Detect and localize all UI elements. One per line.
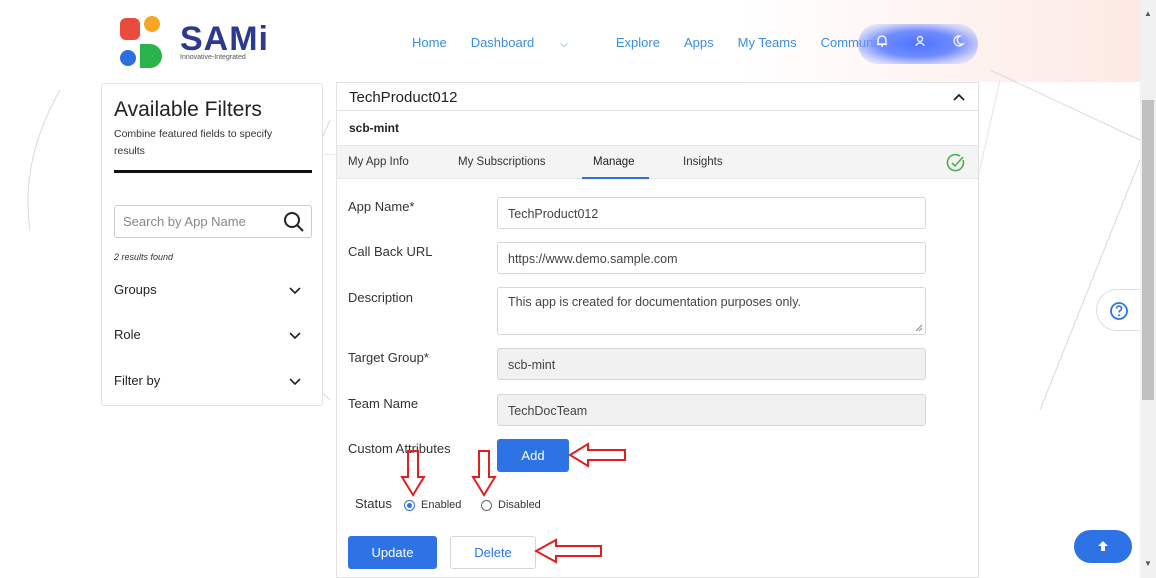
tab-my-app-info[interactable]: My App Info xyxy=(348,156,409,168)
check-circle-icon xyxy=(946,153,965,172)
filter-groups-label: Groups xyxy=(114,282,157,297)
scroll-up-arrow-icon[interactable]: ▲ xyxy=(1144,10,1152,18)
app-name-label: App Name* xyxy=(348,199,415,214)
target-group-label: Target Group* xyxy=(348,350,429,365)
enabled-radio[interactable] xyxy=(404,499,415,511)
tab-insights[interactable]: Insights xyxy=(683,156,723,168)
callback-url-label: Call Back URL xyxy=(348,244,433,259)
app-name-input[interactable]: TechProduct012 xyxy=(497,197,926,229)
help-button[interactable] xyxy=(1096,289,1140,331)
app-tabs: My App Info My Subscriptions Manage Insi… xyxy=(337,145,978,179)
status-label: Status xyxy=(355,496,392,511)
filters-divider xyxy=(114,170,312,173)
question-circle-icon xyxy=(1110,302,1128,320)
user-icon[interactable] xyxy=(911,34,929,52)
search-icon[interactable] xyxy=(283,211,305,233)
nav-home[interactable]: Home xyxy=(412,35,447,50)
custom-attributes-label: Custom Attributes xyxy=(348,441,451,456)
nav-dashboard[interactable]: Dashboard ⌵ xyxy=(471,35,592,50)
nav-explore[interactable]: Explore xyxy=(616,35,660,50)
status-enabled-option[interactable]: Enabled xyxy=(404,499,461,511)
app-card: TechProduct012 scb-mint My App Info My S… xyxy=(336,82,979,578)
brand-tagline: Innovative-Integrated xyxy=(180,54,246,61)
search-input[interactable] xyxy=(115,206,265,237)
resize-handle-icon[interactable] xyxy=(915,324,923,332)
top-header: SAMi Innovative-Integrated Home Dashboar… xyxy=(0,0,1140,80)
nav-my-teams[interactable]: My Teams xyxy=(738,35,797,50)
disabled-label: Disabled xyxy=(498,499,541,511)
arrow-up-icon xyxy=(1098,541,1108,551)
chevron-up-icon[interactable] xyxy=(952,90,966,104)
chevron-down-icon xyxy=(289,378,301,386)
tab-my-subscriptions[interactable]: My Subscriptions xyxy=(458,156,546,168)
team-tab[interactable]: scb-mint xyxy=(349,121,399,135)
bell-icon[interactable] xyxy=(873,34,891,52)
team-name-field: TechDocTeam xyxy=(497,394,926,426)
filter-by[interactable]: Filter by xyxy=(114,373,310,393)
filters-title: Available Filters xyxy=(114,98,262,121)
description-textarea[interactable]: This app is created for documentation pu… xyxy=(497,287,926,335)
brand-logo[interactable]: SAMi Innovative-Integrated xyxy=(118,14,278,74)
app-title: TechProduct012 xyxy=(349,89,458,106)
update-button[interactable]: Update xyxy=(348,536,437,569)
active-tab-indicator xyxy=(582,177,649,179)
filters-panel: Available Filters Combine featured field… xyxy=(101,83,323,406)
chevron-down-icon xyxy=(289,332,301,340)
filter-role-label: Role xyxy=(114,327,141,342)
scroll-down-arrow-icon[interactable]: ▼ xyxy=(1144,560,1152,568)
filter-by-label: Filter by xyxy=(114,373,161,388)
disabled-radio[interactable] xyxy=(481,499,492,511)
chevron-down-icon xyxy=(289,287,301,295)
nav-apps[interactable]: Apps xyxy=(684,35,714,50)
scroll-to-top-button[interactable] xyxy=(1074,530,1132,563)
target-group-field: scb-mint xyxy=(497,348,926,380)
chevron-down-icon: ⌵ xyxy=(560,39,568,50)
description-text: This app is created for documentation pu… xyxy=(508,295,801,309)
search-box xyxy=(114,205,312,238)
callback-url-input[interactable]: https://www.demo.sample.com xyxy=(497,242,926,274)
results-count: 2 results found xyxy=(114,252,174,262)
description-label: Description xyxy=(348,290,414,305)
app-card-header[interactable]: TechProduct012 xyxy=(337,83,978,111)
tab-manage[interactable]: Manage xyxy=(593,156,635,168)
team-name-label: Team Name xyxy=(348,396,419,411)
scrollbar-thumb[interactable] xyxy=(1142,100,1154,400)
enabled-label: Enabled xyxy=(421,499,462,511)
filter-groups[interactable]: Groups xyxy=(114,282,310,302)
nav-dashboard-label: Dashboard xyxy=(470,35,535,50)
filter-role[interactable]: Role xyxy=(114,327,310,347)
moon-icon[interactable] xyxy=(949,34,967,52)
logo-mark-icon xyxy=(120,16,162,68)
status-disabled-option[interactable]: Disabled xyxy=(481,499,541,511)
delete-button[interactable]: Delete xyxy=(450,536,536,569)
filters-subtitle: Combine featured fields to specify resul… xyxy=(114,128,273,157)
add-attribute-button[interactable]: Add xyxy=(497,439,569,472)
